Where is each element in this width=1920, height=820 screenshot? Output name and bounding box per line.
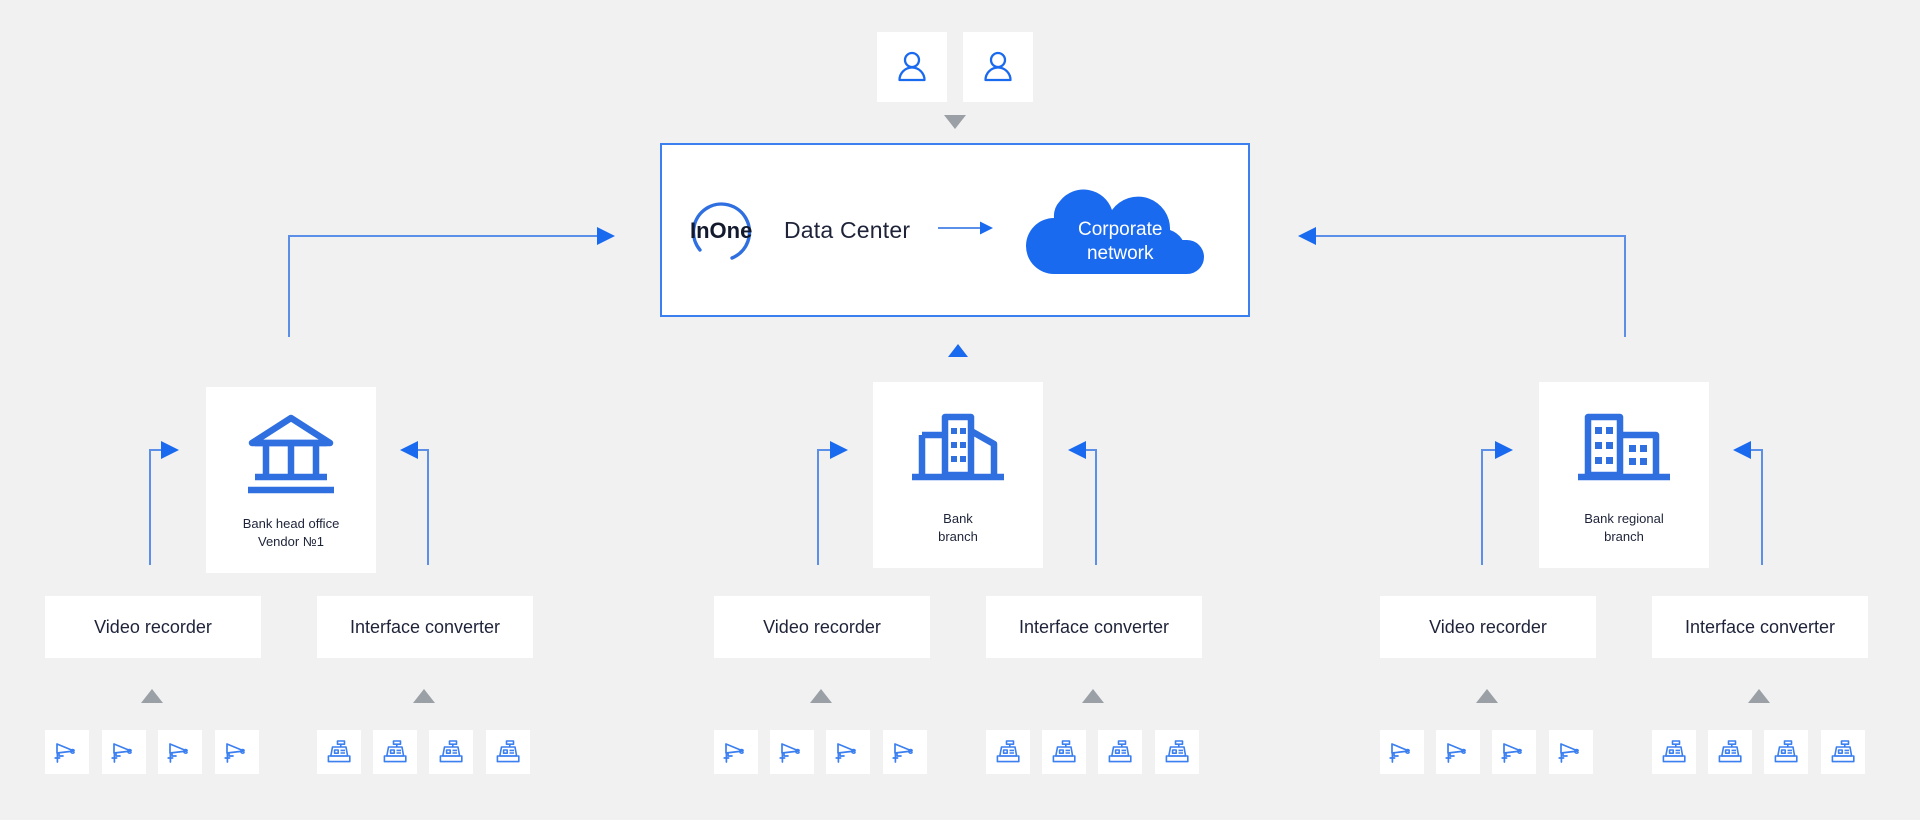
cctv-camera-icon — [167, 743, 188, 763]
equipment-tile-register — [1098, 730, 1142, 774]
datacenter-uplink-marker — [948, 344, 968, 357]
equipment-tile-camera — [1492, 730, 1536, 774]
cash-register-icon — [1831, 740, 1855, 763]
user-icon — [984, 51, 1012, 82]
equipment-tile-register — [1764, 730, 1808, 774]
user-tile-1 — [877, 32, 947, 102]
cloud-label-line1: Corporate — [1077, 219, 1163, 240]
equipment-tile-register — [986, 730, 1030, 774]
equipment-tile-camera — [158, 730, 202, 774]
cash-register-icon — [439, 740, 463, 763]
cctv-camera-icon — [1389, 743, 1410, 763]
cash-register-icon — [383, 740, 407, 763]
equipment-tile-camera — [45, 730, 89, 774]
user-icon — [898, 51, 926, 82]
site-label: Bank regional branch — [1584, 510, 1664, 546]
site-label-line2: branch — [1604, 529, 1644, 544]
equipment-tile-camera — [883, 730, 927, 774]
equipment-tile-camera — [770, 730, 814, 774]
site-card-bank-regional-branch: Bank regional branch — [1539, 382, 1709, 568]
uplink-marker — [413, 689, 435, 703]
corporate-network-cloud: Corporate network — [1014, 182, 1226, 278]
equipment-tile-camera — [102, 730, 146, 774]
office-building-icon — [908, 406, 1008, 492]
cctv-camera-icon — [224, 743, 245, 763]
equipment-tile-register — [486, 730, 530, 774]
device-box-video-recorder-3: Video recorder — [1380, 596, 1596, 658]
device-label: Video recorder — [1429, 616, 1547, 637]
cctv-camera-icon — [892, 743, 913, 763]
site-label-line2: Vendor №1 — [258, 534, 324, 549]
device-box-interface-converter-1: Interface converter — [317, 596, 533, 658]
equipment-tile-register — [373, 730, 417, 774]
equipment-tile-camera — [1549, 730, 1593, 774]
equipment-tile-register — [1708, 730, 1752, 774]
site-card-bank-branch: Bank branch — [873, 382, 1043, 568]
cash-register-icon — [1108, 740, 1132, 763]
device-label: Interface converter — [1018, 616, 1170, 637]
cash-register-icon — [1718, 740, 1742, 763]
uplink-marker — [1476, 689, 1498, 703]
equipment-tile-register — [1652, 730, 1696, 774]
cctv-camera-icon — [1445, 743, 1466, 763]
equipment-tile-camera — [215, 730, 259, 774]
inone-logo: InOne — [688, 188, 766, 272]
cash-register-icon — [1662, 740, 1686, 763]
site-label-line1: Bank regional — [1584, 511, 1664, 526]
device-label: Video recorder — [94, 616, 212, 637]
user-tile-2 — [963, 32, 1033, 102]
cloud-label: Corporate network — [1014, 218, 1226, 266]
data-center-title: Data Center — [784, 216, 911, 243]
site-label-line1: Bank — [943, 511, 973, 526]
cash-register-icon — [496, 740, 520, 763]
device-box-interface-converter-3: Interface converter — [1652, 596, 1868, 658]
cash-register-icon — [327, 740, 351, 763]
site-label: Bank head office Vendor №1 — [243, 515, 340, 551]
data-center-panel: InOne Data Center Corporate network — [660, 143, 1250, 317]
cctv-camera-icon — [1501, 743, 1522, 763]
cloud-label-line2: network — [1086, 243, 1154, 264]
device-label: Video recorder — [763, 616, 881, 637]
site-card-bank-head-office: Bank head office Vendor №1 — [206, 387, 376, 573]
cctv-camera-icon — [54, 743, 75, 763]
site-label: Bank branch — [938, 510, 978, 546]
cctv-camera-icon — [835, 743, 856, 763]
cash-register-icon — [1165, 740, 1189, 763]
datacenter-to-cloud-arrow — [938, 221, 994, 240]
equipment-tile-camera — [714, 730, 758, 774]
site-label-line1: Bank head office — [242, 516, 340, 531]
device-box-video-recorder-1: Video recorder — [45, 596, 261, 658]
device-label: Interface converter — [349, 616, 501, 637]
cctv-camera-icon — [1558, 743, 1579, 763]
device-box-video-recorder-2: Video recorder — [714, 596, 930, 658]
uplink-marker — [141, 689, 163, 703]
cash-register-icon — [996, 740, 1020, 763]
site-label-line2: branch — [938, 529, 978, 544]
device-box-interface-converter-2: Interface converter — [986, 596, 1202, 658]
uplink-marker — [1082, 689, 1104, 703]
equipment-tile-register — [1042, 730, 1086, 774]
equipment-tile-register — [317, 730, 361, 774]
uplink-marker — [810, 689, 832, 703]
bank-classical-icon — [244, 411, 338, 497]
cash-register-icon — [1052, 740, 1076, 763]
cash-register-icon — [1774, 740, 1798, 763]
cctv-camera-icon — [723, 743, 744, 763]
equipment-tile-camera — [1436, 730, 1480, 774]
cctv-camera-icon — [779, 743, 800, 763]
uplink-marker — [1748, 689, 1770, 703]
diagram-canvas: InOne Data Center Corporate network Bank… — [0, 0, 1920, 820]
users-to-datacenter-marker — [944, 115, 966, 129]
inone-logo-text: InOne — [690, 218, 752, 243]
equipment-tile-camera — [1380, 730, 1424, 774]
twin-building-icon — [1574, 406, 1674, 492]
device-label: Interface converter — [1684, 616, 1836, 637]
cctv-camera-icon — [111, 743, 132, 763]
equipment-tile-register — [1155, 730, 1199, 774]
equipment-tile-register — [429, 730, 473, 774]
equipment-tile-register — [1821, 730, 1865, 774]
equipment-tile-camera — [826, 730, 870, 774]
